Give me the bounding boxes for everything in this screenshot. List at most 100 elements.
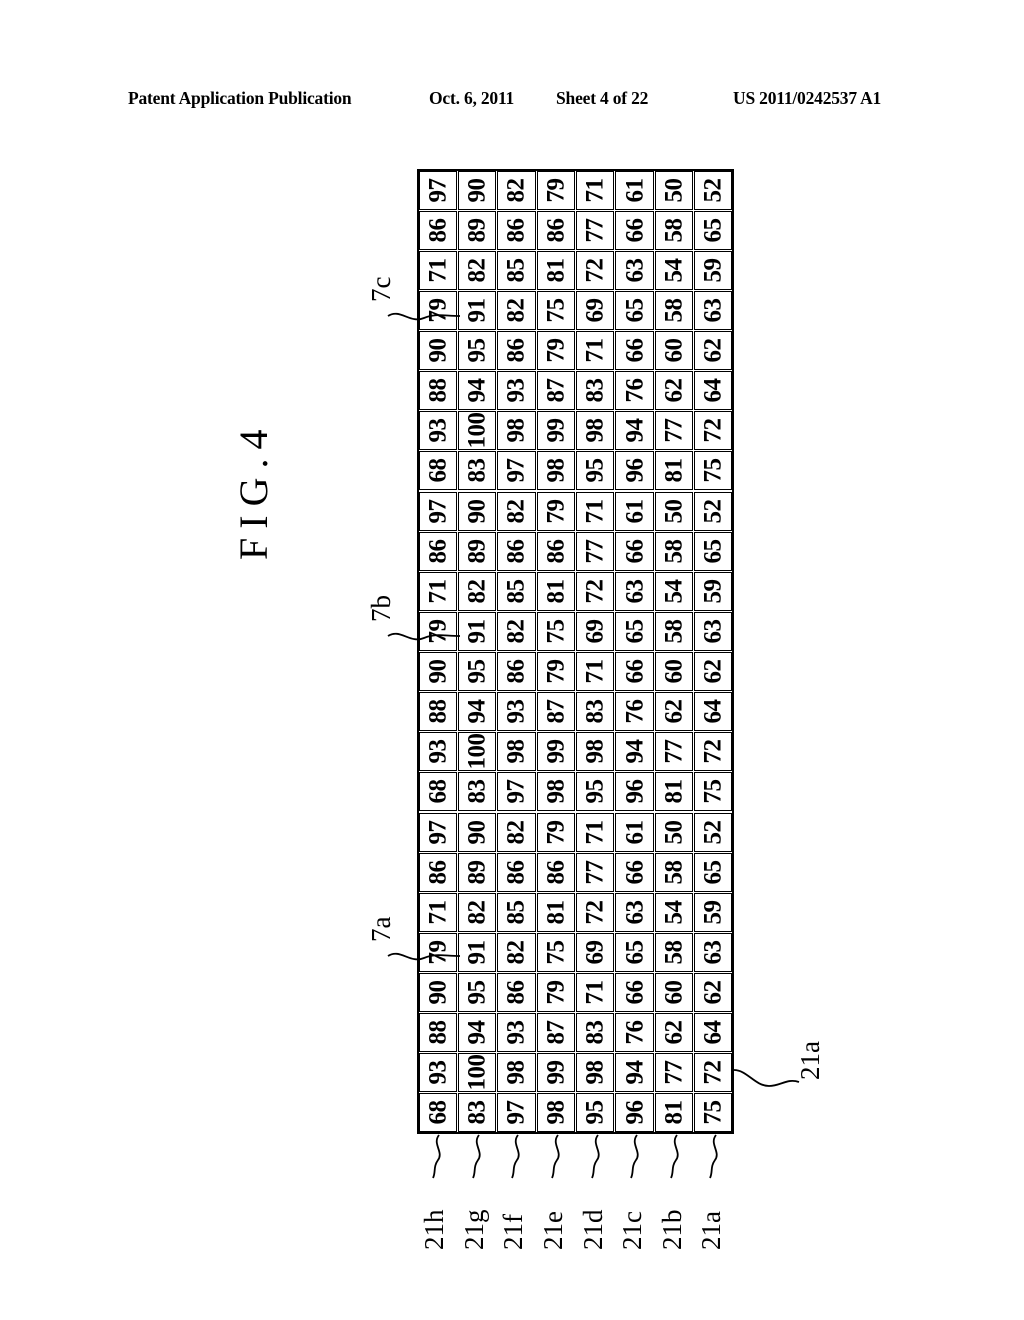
table-cell-value: 82 (502, 820, 530, 845)
table-cell: 50 (654, 170, 694, 210)
table-cell-value: 90 (463, 499, 491, 524)
callout-21g-label: 21g (458, 1209, 489, 1251)
table-cell-value: 100 (463, 733, 491, 770)
table-cell: 87 (536, 692, 575, 732)
leader-line-21g (471, 1134, 481, 1179)
table-cell: 58 (654, 290, 694, 330)
table-cell-value: 82 (502, 619, 530, 644)
table-cell: 82 (497, 491, 536, 531)
callout-21f: 21f (496, 1134, 536, 1264)
table-cell-value: 88 (424, 1020, 452, 1045)
table-cell-value: 95 (463, 980, 491, 1005)
figure-title: FIG.4 (231, 420, 276, 560)
table-cell-value: 72 (699, 739, 727, 764)
table-cell-value: 64 (699, 1020, 727, 1045)
table-cell-value: 97 (424, 499, 452, 524)
table-cell-value: 71 (581, 338, 609, 363)
table-cell: 82 (497, 812, 536, 852)
table-cell-value: 97 (424, 178, 452, 203)
table-cell-value: 94 (621, 739, 649, 764)
table-cell-value: 86 (542, 218, 570, 243)
table-cell: 85 (497, 250, 536, 290)
table-cell-value: 61 (621, 820, 649, 845)
table-cell-value: 72 (699, 418, 727, 443)
table-cell: 65 (694, 852, 733, 892)
callout-21h: 21h (417, 1134, 457, 1264)
table-cell: 100 (457, 1053, 497, 1093)
table-cell: 75 (536, 932, 575, 972)
table-cell: 72 (694, 411, 733, 451)
table-cell-value: 60 (660, 338, 688, 363)
callout-7c: 7c (348, 277, 468, 360)
table-cell: 93 (497, 692, 536, 732)
table-cell-value: 75 (699, 1100, 727, 1125)
table-cell-value: 68 (424, 779, 452, 804)
table-cell-value: 50 (660, 178, 688, 203)
table-cell-value: 58 (660, 860, 688, 885)
table-cell-value: 63 (699, 940, 727, 965)
table-cell: 99 (536, 1053, 575, 1093)
table-cell-value: 63 (621, 579, 649, 604)
table-cell-value: 99 (542, 418, 570, 443)
table-cell: 65 (694, 531, 733, 571)
table-cell: 71 (576, 652, 615, 692)
table-cell: 52 (694, 812, 733, 852)
table-cell-value: 96 (621, 779, 649, 804)
table-cell-value: 65 (699, 860, 727, 885)
table-cell: 82 (457, 892, 497, 932)
table-cell-value: 75 (699, 458, 727, 483)
table-cell-value: 97 (502, 779, 530, 804)
table-cell-value: 82 (463, 579, 491, 604)
table-cell: 81 (536, 892, 575, 932)
callout-21a: 21a (694, 1134, 734, 1264)
table-cell: 100 (457, 732, 497, 772)
table-cell: 66 (615, 852, 654, 892)
table-cell: 79 (536, 491, 575, 531)
table-cell-value: 86 (502, 338, 530, 363)
table-cell: 60 (654, 331, 694, 371)
table-cell: 83 (576, 371, 615, 411)
table-cell: 81 (536, 571, 575, 611)
table-cell-value: 72 (581, 258, 609, 283)
table-cell-value: 81 (542, 579, 570, 604)
table-cell: 68 (418, 451, 457, 491)
table-cell: 50 (654, 491, 694, 531)
table-cell: 94 (615, 411, 654, 451)
table-cell-value: 75 (542, 298, 570, 323)
table-cell: 88 (418, 371, 457, 411)
table-cell-value: 89 (463, 860, 491, 885)
table-cell: 65 (615, 611, 654, 651)
table-cell: 65 (615, 932, 654, 972)
table-cell-value: 81 (542, 900, 570, 925)
table-cell: 65 (694, 210, 733, 250)
table-cell-value: 89 (463, 539, 491, 564)
table-cell-value: 90 (463, 178, 491, 203)
table-cell: 79 (536, 812, 575, 852)
table-cell-value: 75 (542, 619, 570, 644)
table-cell: 58 (654, 852, 694, 892)
table-cell-value: 60 (660, 980, 688, 1005)
table-cell-value: 65 (621, 298, 649, 323)
leader-line-21e (551, 1134, 560, 1179)
table-cell: 58 (654, 932, 694, 972)
table-cell-value: 69 (581, 619, 609, 644)
table-cell-value: 91 (463, 298, 491, 323)
table-cell-value: 66 (621, 980, 649, 1005)
table-cell: 88 (418, 692, 457, 732)
table-cell-value: 54 (660, 900, 688, 925)
table-cell: 97 (497, 772, 536, 812)
table-cell-value: 100 (463, 412, 491, 449)
table-cell: 86 (536, 210, 575, 250)
table-cell: 98 (497, 732, 536, 772)
table-cell-value: 93 (424, 739, 452, 764)
table-cell: 86 (497, 531, 536, 571)
table-cell: 83 (576, 1013, 615, 1053)
table-cell-value: 68 (424, 1100, 452, 1125)
table-cell: 52 (694, 170, 733, 210)
table-cell: 86 (536, 852, 575, 892)
table-cell: 65 (615, 290, 654, 330)
table-cell: 86 (497, 210, 536, 250)
table-cell-value: 98 (581, 739, 609, 764)
table-cell: 75 (694, 772, 733, 812)
header-date: Oct. 6, 2011 (429, 88, 515, 108)
